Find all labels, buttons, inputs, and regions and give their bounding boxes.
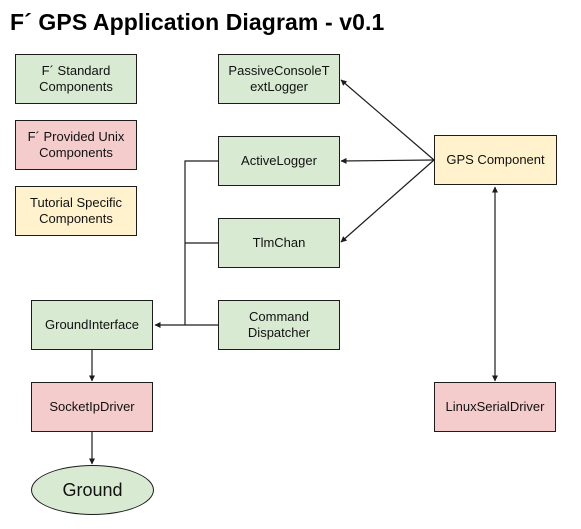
legend-standard-components: F´ Standard Components [15, 54, 137, 104]
node-active-logger[interactable]: ActiveLogger [218, 136, 340, 186]
legend-tutorial-components: Tutorial Specific Components [15, 186, 137, 236]
legend-unix-components: F´ Provided Unix Components [15, 120, 137, 170]
legend-standard-label: F´ Standard Components [39, 63, 113, 94]
legend-unix-label: F´ Provided Unix Components [27, 129, 125, 160]
node-label: GPS Component [446, 152, 545, 167]
node-label: ActiveLogger [241, 153, 317, 168]
node-socket-ip-driver[interactable]: SocketIpDriver [31, 382, 153, 432]
node-label: GroundInterface [45, 317, 139, 332]
node-label: PassiveConsoleT extLogger [228, 63, 330, 94]
node-ground[interactable]: Ground [31, 465, 154, 515]
node-passive-console-text-logger[interactable]: PassiveConsoleT extLogger [218, 54, 340, 104]
node-linux-serial-driver[interactable]: LinuxSerialDriver [434, 382, 556, 432]
node-tlm-chan[interactable]: TlmChan [218, 218, 340, 268]
node-label: LinuxSerialDriver [445, 399, 545, 414]
arrow-gps-to-passive-console [340, 79, 435, 161]
legend-tutorial-label: Tutorial Specific Components [30, 195, 122, 226]
node-gps-component[interactable]: GPS Component [434, 135, 557, 185]
node-label: Ground [62, 479, 123, 500]
node-label: SocketIpDriver [49, 399, 135, 414]
node-label: TlmChan [252, 235, 306, 250]
arrow-gps-to-tlm-chan [340, 159, 435, 243]
node-command-dispatcher[interactable]: Command Dispatcher [218, 300, 340, 350]
arrow-gps-to-active-logger [340, 157, 435, 164]
node-ground-interface[interactable]: GroundInterface [31, 300, 153, 350]
node-label: Command Dispatcher [247, 309, 311, 340]
